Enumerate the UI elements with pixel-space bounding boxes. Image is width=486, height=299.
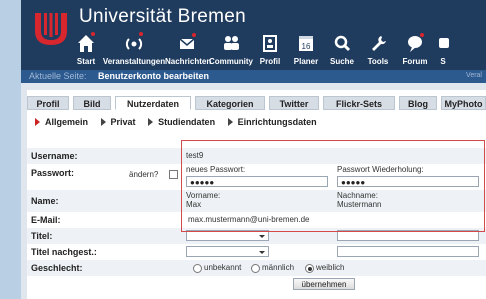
tab-nutzerdaten[interactable]: Nutzerdaten [115, 96, 191, 110]
calendar-icon: 16 [299, 36, 313, 51]
subtab-label: Einrichtungsdaten [237, 117, 317, 127]
subbar-right-link[interactable]: Veral [466, 72, 482, 79]
subtab-privat[interactable]: Privat [100, 117, 136, 127]
nav-label: Community [209, 57, 253, 66]
nav-nachrichten[interactable]: Nachrichten [165, 30, 212, 70]
subtab-studiendaten[interactable]: Studiendaten [148, 117, 215, 127]
nav-label: Suche [329, 57, 354, 66]
nav-label: Tools [367, 57, 389, 66]
nav-community[interactable]: Community [207, 30, 255, 70]
gender-female-label: weiblich [316, 263, 345, 272]
nav-label: Forum [402, 57, 428, 66]
submit-button[interactable]: übernehmen [293, 278, 355, 290]
nav-suche[interactable]: Suche [327, 30, 357, 70]
broadcast-icon [125, 32, 143, 50]
search-icon [334, 35, 351, 52]
nav-veranstaltungen[interactable]: Veranstaltungen [101, 30, 167, 70]
gender-label: Geschlecht: [31, 263, 83, 273]
gender-male-label: männlich [262, 263, 295, 272]
title-label: Titel: [31, 231, 53, 241]
current-page-value: Benutzerkonto bearbeiten [98, 71, 210, 81]
subtab-label: Studiendaten [158, 117, 216, 127]
home-icon [78, 32, 95, 52]
svg-text:16: 16 [302, 42, 311, 51]
caret-down-icon [259, 235, 265, 238]
left-margin-strip [0, 0, 21, 299]
arrow-right-icon [148, 118, 154, 126]
subtab-einrichtungsdaten[interactable]: Einrichtungsdaten [227, 117, 317, 127]
tab-twitter[interactable]: Twitter [269, 96, 319, 110]
tab-myphoto[interactable]: MyPhoto [441, 96, 486, 110]
nav-forum[interactable]: Forum [399, 30, 431, 70]
tab-profil[interactable]: Profil [27, 96, 69, 110]
nav-label: Profil [259, 57, 281, 66]
content-panel: Profil Bild Nutzerdaten Kategorien Twitt… [27, 90, 486, 299]
nav-tools[interactable]: Tools [363, 30, 393, 70]
wrench-icon [372, 36, 386, 51]
gender-unknown-label: unbekannt [204, 263, 242, 272]
site-title: Universität Bremen [79, 6, 246, 27]
chat-icon [408, 33, 424, 52]
row-gender: Geschlecht: unbekannt männlich weiblich [27, 260, 486, 276]
tab-bild[interactable]: Bild [73, 96, 111, 110]
arrow-right-icon [227, 118, 233, 126]
caret-down-icon [259, 251, 265, 254]
tab-blog[interactable]: Blog [399, 96, 437, 110]
title-after-extra-field[interactable] [337, 246, 479, 257]
current-page-label: Aktuelle Seite: [29, 71, 87, 81]
tab-bar: Profil Bild Nutzerdaten Kategorien Twitt… [27, 96, 486, 110]
row-submit: übernehmen [27, 276, 486, 292]
gender-unknown-radio[interactable] [193, 264, 202, 273]
email-label: E-Mail: [31, 215, 61, 225]
nav-planer[interactable]: 16 Planer [291, 30, 321, 70]
nav-profil[interactable]: Profil [255, 30, 285, 70]
password-label: Passwort: [31, 168, 75, 178]
nav-label: Veranstaltungen [102, 57, 166, 66]
current-page-bar: Aktuelle Seite: Benutzerkonto bearbeiten… [21, 70, 486, 83]
row-title-after: Titel nachgest.: [27, 244, 486, 260]
arrow-right-icon [35, 118, 40, 126]
highlight-box [181, 140, 485, 232]
name-label: Name: [31, 196, 59, 206]
people-icon [224, 36, 239, 50]
tab-flickr-sets[interactable]: Flickr-Sets [323, 96, 395, 110]
nav-label: Start [76, 57, 96, 66]
subtab-allgemein[interactable]: Allgemein [35, 117, 88, 127]
app-frame: Universität Bremen Start Veranstaltungen… [21, 0, 486, 299]
university-logo-icon[interactable] [31, 9, 71, 49]
nav-label: Planer [293, 57, 319, 66]
profile-card-icon [263, 35, 277, 52]
change-password-label: ändern? [129, 170, 159, 179]
subtab-label: Allgemein [45, 117, 89, 127]
subtab-bar: Allgemein Privat Studiendaten Einrichtun… [35, 117, 327, 131]
subtab-label: Privat [110, 117, 136, 127]
site-header: Universität Bremen Start Veranstaltungen… [21, 0, 486, 70]
nav-label: Nachrichten [165, 57, 212, 66]
gender-female-radio[interactable] [305, 264, 314, 273]
gender-male-radio[interactable] [251, 264, 260, 273]
more-icon [439, 38, 449, 48]
nav-more[interactable]: S [433, 30, 453, 70]
arrow-right-icon [100, 118, 106, 126]
username-label: Username: [31, 151, 78, 161]
title-after-label: Titel nachgest.: [31, 247, 97, 257]
mail-icon [179, 33, 196, 49]
nav-start[interactable]: Start [69, 30, 103, 70]
tab-kategorien[interactable]: Kategorien [195, 96, 265, 110]
title-after-select[interactable] [186, 246, 269, 257]
nav-label: S [440, 57, 446, 66]
change-password-checkbox[interactable] [169, 170, 178, 179]
